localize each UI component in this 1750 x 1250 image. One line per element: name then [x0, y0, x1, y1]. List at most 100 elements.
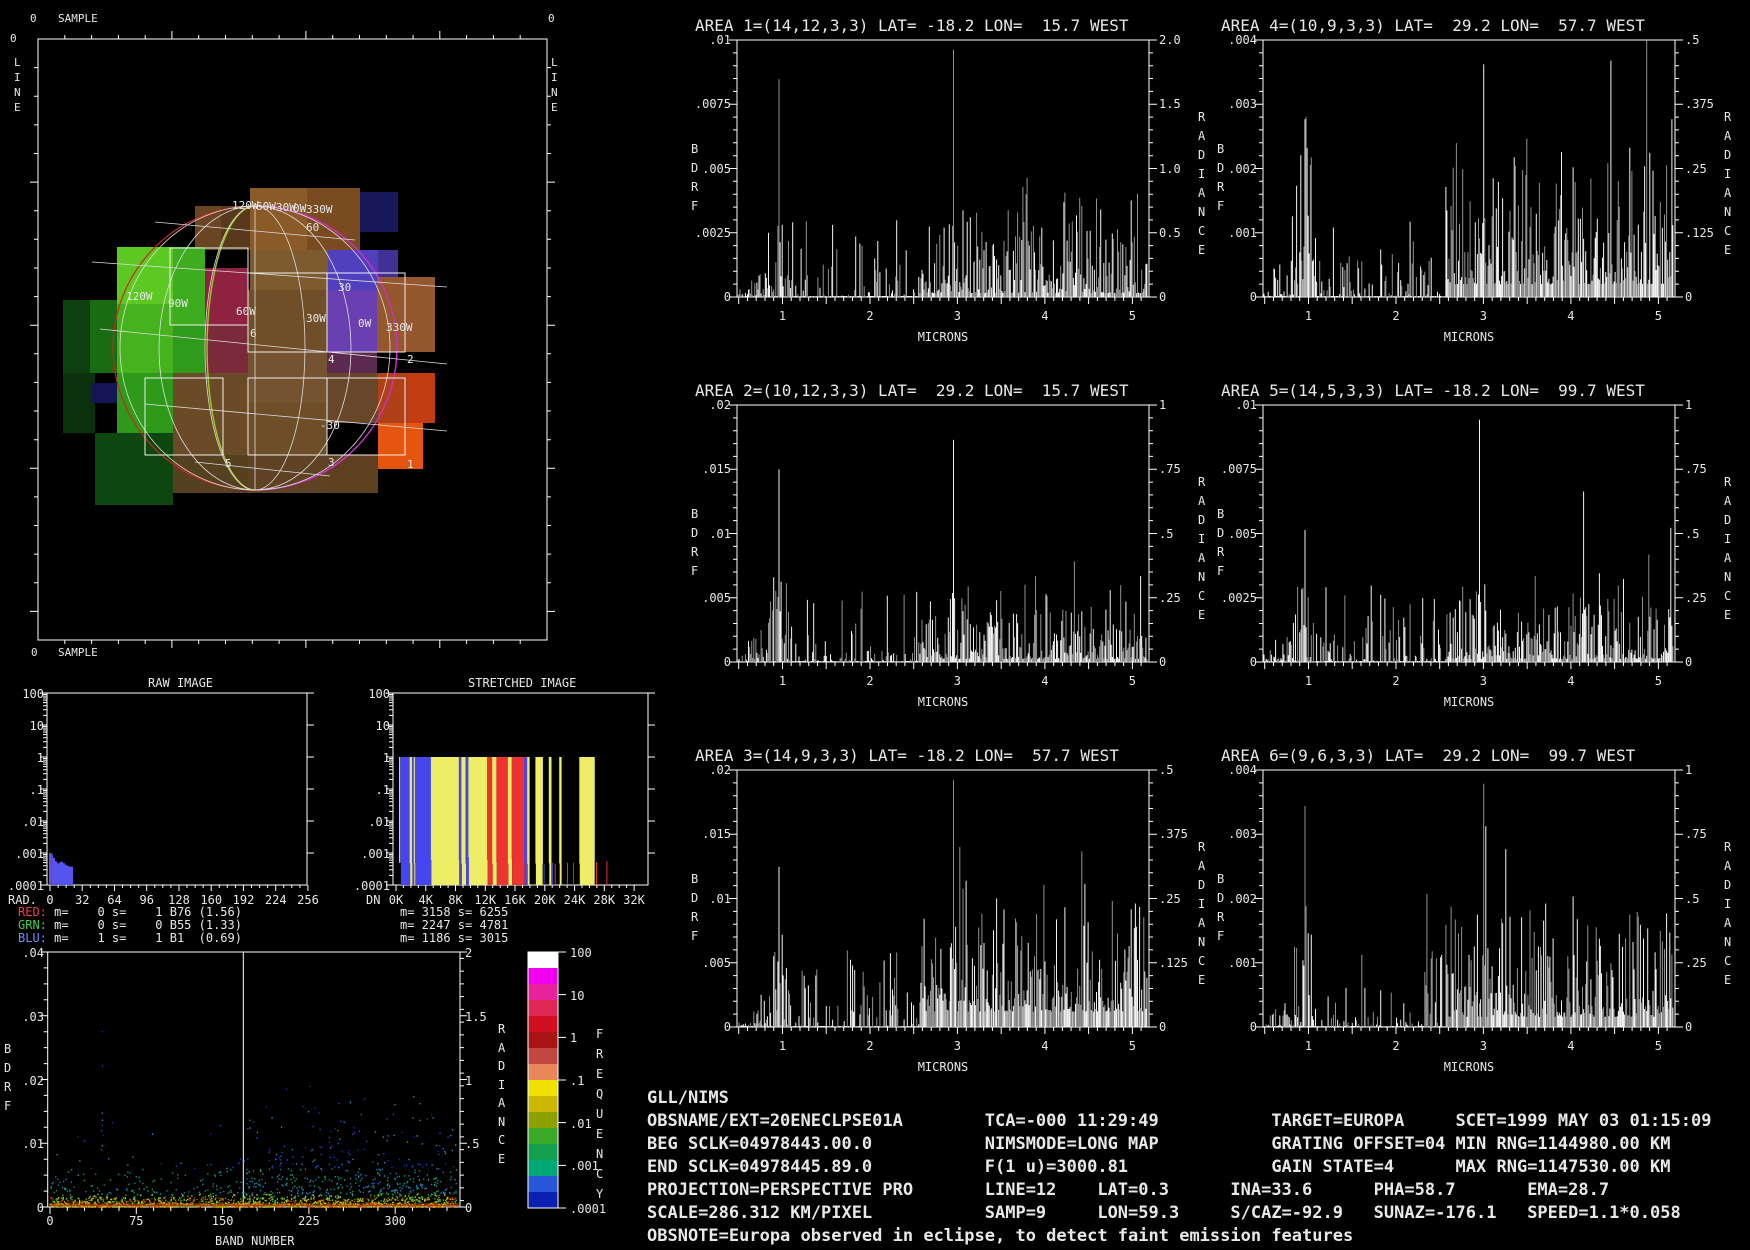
- footer-line-obsname: OBSNAME/EXT=20ENECLPSE01A TCA=-000 11:29…: [647, 1111, 1711, 1131]
- footprint-tile: [95, 433, 173, 505]
- spectrum-x-label: 1: [1298, 309, 1318, 323]
- spectrum-x-label: 1: [1298, 674, 1318, 688]
- footprint-tile: [63, 373, 95, 433]
- spectrum-right-label: .125: [1159, 956, 1188, 970]
- spectrum-left-label: .0025: [1197, 591, 1257, 605]
- spectrum-left-label: .005: [671, 591, 731, 605]
- spectrum-microns-label: MICRONS: [1437, 695, 1501, 709]
- spectrum-radiance-label-area5: R A D I A N C E: [1724, 473, 1731, 625]
- area-number: 4: [328, 353, 335, 366]
- spectrum-data-dim-area4: [1266, 40, 1671, 297]
- spectrum-x-label: 5: [1122, 1039, 1142, 1053]
- spectrum-bdrf-label-area2: B D R F: [691, 505, 698, 581]
- spectrum-right-label: .25: [1685, 162, 1707, 176]
- spectrum-x-label: 2: [860, 309, 880, 323]
- spectrum-x-label: 2: [1386, 674, 1406, 688]
- colorbar-frequency-label: F R E Q U E N C Y: [596, 1024, 603, 1204]
- band-plot-y-label: 0: [2, 1201, 44, 1215]
- spectrum-right-label: 0: [1159, 655, 1166, 669]
- spectrum-bdrf-label-area3: B D R F: [691, 870, 698, 946]
- colorbar-label: .001: [570, 1159, 599, 1173]
- spectrum-x-label: 5: [1122, 309, 1142, 323]
- spectrum-x-label: 5: [1648, 309, 1668, 323]
- footprint-tile: [173, 247, 205, 325]
- spectrum-x-label: 1: [772, 309, 792, 323]
- raw-hist-bar: [49, 853, 51, 885]
- raw-hist-x-label: 32: [70, 893, 94, 907]
- grn-values: m= 0 s= 0 B55 (1.33): [47, 918, 242, 932]
- spectrum-data-area3: [740, 867, 1147, 1027]
- spectrum-left-label: 0: [671, 1020, 731, 1034]
- image-line-origin-zero: 0: [10, 32, 17, 45]
- raw-hist-x-label: 224: [264, 893, 288, 907]
- image-zero-bottom: 0: [31, 646, 38, 659]
- spectrum-left-label: .002: [1197, 162, 1257, 176]
- spectrum-x-label: 4: [1035, 1039, 1055, 1053]
- area2-title: AREA 2=(10,12,3,3) LAT= 29.2 LON= 15.7 W…: [695, 381, 1128, 400]
- stretched-hist-x-label: 4K: [412, 893, 440, 907]
- spectrum-right-label: .25: [1159, 591, 1181, 605]
- spectrum-left-label: .004: [1197, 763, 1257, 777]
- stretched-hist-y-label: 10: [348, 719, 390, 733]
- spectrum-x-label: 2: [1386, 1039, 1406, 1053]
- spectrum-left-label: .001: [1197, 226, 1257, 240]
- area1-title: AREA 1=(14,12,3,3) LAT= -18.2 LON= 15.7 …: [695, 16, 1128, 35]
- raw-hist-bar: [63, 863, 65, 885]
- spectrum-x-label: 2: [1386, 309, 1406, 323]
- stretched-hist-spikes: [497, 757, 507, 864]
- raw-hist-x-label: 256: [296, 893, 320, 907]
- raw-hist-bar: [67, 866, 69, 885]
- parallel-label: 30: [338, 281, 351, 294]
- band-plot-x-label: 150: [209, 1214, 237, 1228]
- stretched-hist-spikes: [469, 757, 487, 864]
- spectrum-x-label: 1: [1298, 1039, 1318, 1053]
- image-origin-zero-top: 0: [30, 12, 37, 25]
- colorbar-segment: [528, 1080, 558, 1096]
- spectrum-left-label: 0: [1197, 1020, 1257, 1034]
- footer-line-scale: SCALE=286.312 KM/PIXEL SAMP=9 LON=59.3 S…: [647, 1203, 1681, 1223]
- red-values: m= 0 s= 1 B76 (1.56): [47, 905, 242, 919]
- spectrum-right-label: .75: [1685, 462, 1707, 476]
- spectrum-data-dim-area1: [738, 50, 1145, 297]
- spectrum-x-label: 5: [1648, 1039, 1668, 1053]
- band-plot-x-label: 0: [36, 1214, 64, 1228]
- meridian-label-top: 120W: [232, 199, 259, 212]
- spectrum-left-label: .005: [1197, 527, 1257, 541]
- spectrum-x-label: 3: [947, 674, 967, 688]
- stretched-hist-x-label: 28K: [590, 893, 618, 907]
- band-plot-y-label: .04: [2, 946, 44, 960]
- colorbar-segment: [528, 952, 558, 968]
- stretched-hist-y-label: .0001: [348, 879, 390, 893]
- stretched-hist-y-label: .01: [348, 815, 390, 829]
- spectrum-right-label: .25: [1159, 892, 1181, 906]
- colorbar-segment: [528, 968, 558, 984]
- spectrum-left-label: .0075: [1197, 462, 1257, 476]
- spectrum-frame-area2: [737, 405, 1149, 662]
- colorbar-label: .01: [570, 1117, 592, 1131]
- meridian-label: 90W: [168, 297, 188, 310]
- stretched-hist-y-label: .001: [348, 847, 390, 861]
- band-plot-bdrf-label: B D R F: [4, 1040, 11, 1116]
- meridian-label-top: 330W: [306, 203, 333, 216]
- spectrum-right-label: .75: [1685, 827, 1707, 841]
- band-scatter-dots: [51, 1169, 457, 1194]
- area4-title: AREA 4=(10,9,3,3) LAT= 29.2 LON= 57.7 WE…: [1221, 16, 1645, 35]
- spectrum-x-label: 5: [1122, 674, 1142, 688]
- spectrum-bdrf-label-area5: B D R F: [1217, 505, 1224, 581]
- colorbar-label: 10: [570, 989, 584, 1003]
- spectrum-right-label: 1.0: [1159, 162, 1181, 176]
- raw-hist-bar: [61, 862, 63, 885]
- spectrum-right-label: 0.5: [1159, 226, 1181, 240]
- stretched-hist-x-label: 12K: [471, 893, 499, 907]
- band-plot-x-word: BAND NUMBER: [215, 1234, 294, 1248]
- footprint-tile: [377, 277, 435, 352]
- band-plot-x-label: 225: [295, 1214, 323, 1228]
- colorbar-segment: [528, 1016, 558, 1032]
- meridian-label-top: 60W: [256, 200, 276, 213]
- spectrum-x-label: 2: [860, 674, 880, 688]
- spectrum-x-label: 3: [947, 309, 967, 323]
- spectrum-radiance-label-area4: R A D I A N C E: [1724, 108, 1731, 260]
- spectrum-right-label: .5: [1159, 527, 1173, 541]
- spectrum-right-label: .125: [1685, 226, 1714, 240]
- colorbar-segment: [528, 1192, 558, 1208]
